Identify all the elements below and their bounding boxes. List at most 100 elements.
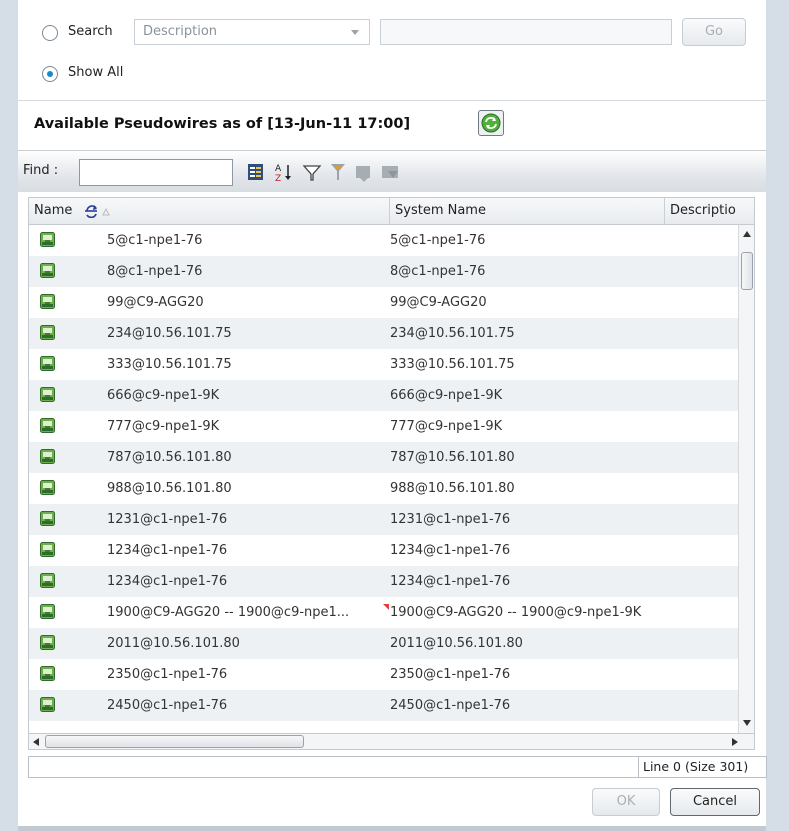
find-input[interactable]: [79, 159, 233, 186]
ok-button[interactable]: OK: [592, 788, 660, 816]
cell-system-name: 1231@c1-npe1-76: [390, 512, 511, 527]
table-row[interactable]: 1234@c1-npe1-76 1234@c1-npe1-76: [29, 566, 738, 597]
find-label: Find :: [23, 163, 59, 178]
table-row[interactable]: 5@c1-npe1-76 5@c1-npe1-76: [29, 225, 738, 256]
table-toolbar: Find : A Z: [18, 150, 766, 192]
table-row[interactable]: 787@10.56.101.80 787@10.56.101.80: [29, 442, 738, 473]
cell-name: 99@C9-AGG20: [107, 295, 204, 310]
cell-name: 988@10.56.101.80: [107, 481, 232, 496]
scroll-up-icon[interactable]: [743, 231, 751, 237]
pseudowire-icon: [40, 542, 55, 557]
cell-system-name: 2450@c1-npe1-76: [390, 698, 511, 713]
pseudowire-icon: [40, 325, 55, 340]
quick-filter-icon[interactable]: [328, 162, 348, 184]
pseudowire-icon: [40, 666, 55, 681]
pseudowire-icon: [40, 449, 55, 464]
table-row[interactable]: 666@c9-npe1-9K 666@c9-npe1-9K: [29, 380, 738, 411]
vertical-scroll-thumb[interactable]: [741, 252, 753, 290]
cell-name: 5@c1-npe1-76: [107, 233, 203, 248]
status-line-count: Line 0 (Size 301): [638, 757, 748, 777]
column-chooser-icon[interactable]: [246, 162, 266, 182]
pseudowire-icon: [40, 635, 55, 650]
table-row[interactable]: 2450@c1-npe1-76 2450@c1-npe1-76: [29, 690, 738, 721]
svg-text:A: A: [275, 164, 282, 174]
cell-name: 666@c9-npe1-9K: [107, 388, 220, 403]
cell-name: 333@10.56.101.75: [107, 357, 232, 372]
table-row[interactable]: 2011@10.56.101.80 2011@10.56.101.80: [29, 628, 738, 659]
pseudowire-icon: [40, 604, 55, 619]
chevron-down-icon: [351, 30, 359, 35]
horizontal-scrollbar[interactable]: [28, 733, 755, 750]
search-input[interactable]: [380, 19, 672, 45]
column-header-description[interactable]: Descriptio: [665, 198, 755, 224]
table-row[interactable]: 1900@C9-AGG20 -- 1900@c9-npe1... 1900@C9-…: [29, 597, 738, 628]
refresh-button[interactable]: [478, 110, 504, 136]
background-right-edge: [766, 0, 789, 831]
column-header-name[interactable]: Name: [29, 198, 390, 224]
truncation-marker-icon: [383, 604, 389, 610]
pseudowire-icon: [40, 356, 55, 371]
cell-name: 777@c9-npe1-9K: [107, 419, 220, 434]
pseudowire-icon: [40, 294, 55, 309]
table-row[interactable]: 1231@c1-npe1-76 1231@c1-npe1-76: [29, 504, 738, 535]
table-row[interactable]: 99@C9-AGG20 99@C9-AGG20: [29, 287, 738, 318]
scroll-right-icon[interactable]: [732, 738, 738, 746]
cell-name: 234@10.56.101.75: [107, 326, 232, 341]
scroll-left-icon[interactable]: [33, 738, 39, 746]
cell-name: 1234@c1-npe1-76: [107, 543, 228, 558]
cell-name: 1900@C9-AGG20 -- 1900@c9-npe1...: [107, 605, 350, 620]
cell-name: 1231@c1-npe1-76: [107, 512, 228, 527]
cell-system-name: 777@c9-npe1-9K: [390, 419, 503, 434]
cell-system-name: 1234@c1-npe1-76: [390, 574, 511, 589]
table-row[interactable]: 1234@c1-npe1-76 1234@c1-npe1-76: [29, 535, 738, 566]
cell-system-name: 787@10.56.101.80: [390, 450, 515, 465]
table-row[interactable]: 333@10.56.101.75 333@10.56.101.75: [29, 349, 738, 380]
filter-icon[interactable]: [302, 164, 322, 182]
cell-system-name: 1234@c1-npe1-76: [390, 543, 511, 558]
go-button[interactable]: Go: [682, 18, 746, 46]
cell-system-name: 8@c1-npe1-76: [390, 264, 486, 279]
pseudowire-icon: [40, 263, 55, 278]
column-header-system-name[interactable]: System Name: [390, 198, 665, 224]
divider: [18, 100, 766, 101]
search-field-dropdown[interactable]: Description: [134, 19, 370, 45]
cell-system-name: 99@C9-AGG20: [390, 295, 487, 310]
pseudowire-selection-dialog: Search Description Go Show All Available…: [18, 0, 767, 831]
table-row[interactable]: 234@10.56.101.75 234@10.56.101.75: [29, 318, 738, 349]
cell-name: 2450@c1-npe1-76: [107, 698, 228, 713]
pseudowire-icon: [40, 697, 55, 712]
cancel-button[interactable]: Cancel: [670, 788, 760, 816]
pseudowire-icon: [40, 573, 55, 588]
table-row[interactable]: 988@10.56.101.80 988@10.56.101.80: [29, 473, 738, 504]
show-all-radio[interactable]: [42, 66, 58, 82]
vertical-scrollbar[interactable]: [738, 225, 755, 733]
pseudowire-icon: [40, 232, 55, 247]
search-radio[interactable]: [42, 25, 58, 41]
cell-name: 2011@10.56.101.80: [107, 636, 240, 651]
horizontal-scroll-thumb[interactable]: [45, 735, 304, 748]
table-row[interactable]: 2350@c1-npe1-76 2350@c1-npe1-76: [29, 659, 738, 690]
svg-text:Z: Z: [275, 174, 281, 184]
pseudowire-icon: [40, 480, 55, 495]
cell-name: 8@c1-npe1-76: [107, 264, 203, 279]
pseudowire-icon: [40, 418, 55, 433]
table-row[interactable]: 8@c1-npe1-76 8@c1-npe1-76: [29, 256, 738, 287]
scroll-down-icon[interactable]: [743, 720, 751, 726]
clear-filter-icon[interactable]: [354, 163, 374, 183]
table-row[interactable]: 777@c9-npe1-9K 777@c9-npe1-9K: [29, 411, 738, 442]
cell-system-name: 5@c1-npe1-76: [390, 233, 486, 248]
refresh-icon: [481, 113, 501, 133]
list-title: Available Pseudowires as of [13-Jun-11 1…: [34, 116, 411, 132]
sort-indicator-icon: [85, 205, 110, 218]
cell-name: 2350@c1-npe1-76: [107, 667, 228, 682]
show-all-label: Show All: [68, 65, 124, 80]
cell-system-name: 988@10.56.101.80: [390, 481, 515, 496]
cell-system-name: 666@c9-npe1-9K: [390, 388, 503, 403]
cell-system-name: 2011@10.56.101.80: [390, 636, 523, 651]
status-bar: Line 0 (Size 301): [28, 756, 767, 778]
cell-system-name: 1900@C9-AGG20 -- 1900@c9-npe1-9K: [390, 605, 642, 620]
search-radio-label: Search: [68, 24, 113, 39]
column-header-name-label: Name: [34, 203, 73, 218]
export-icon[interactable]: [380, 163, 402, 183]
sort-az-icon[interactable]: A Z: [274, 162, 294, 184]
